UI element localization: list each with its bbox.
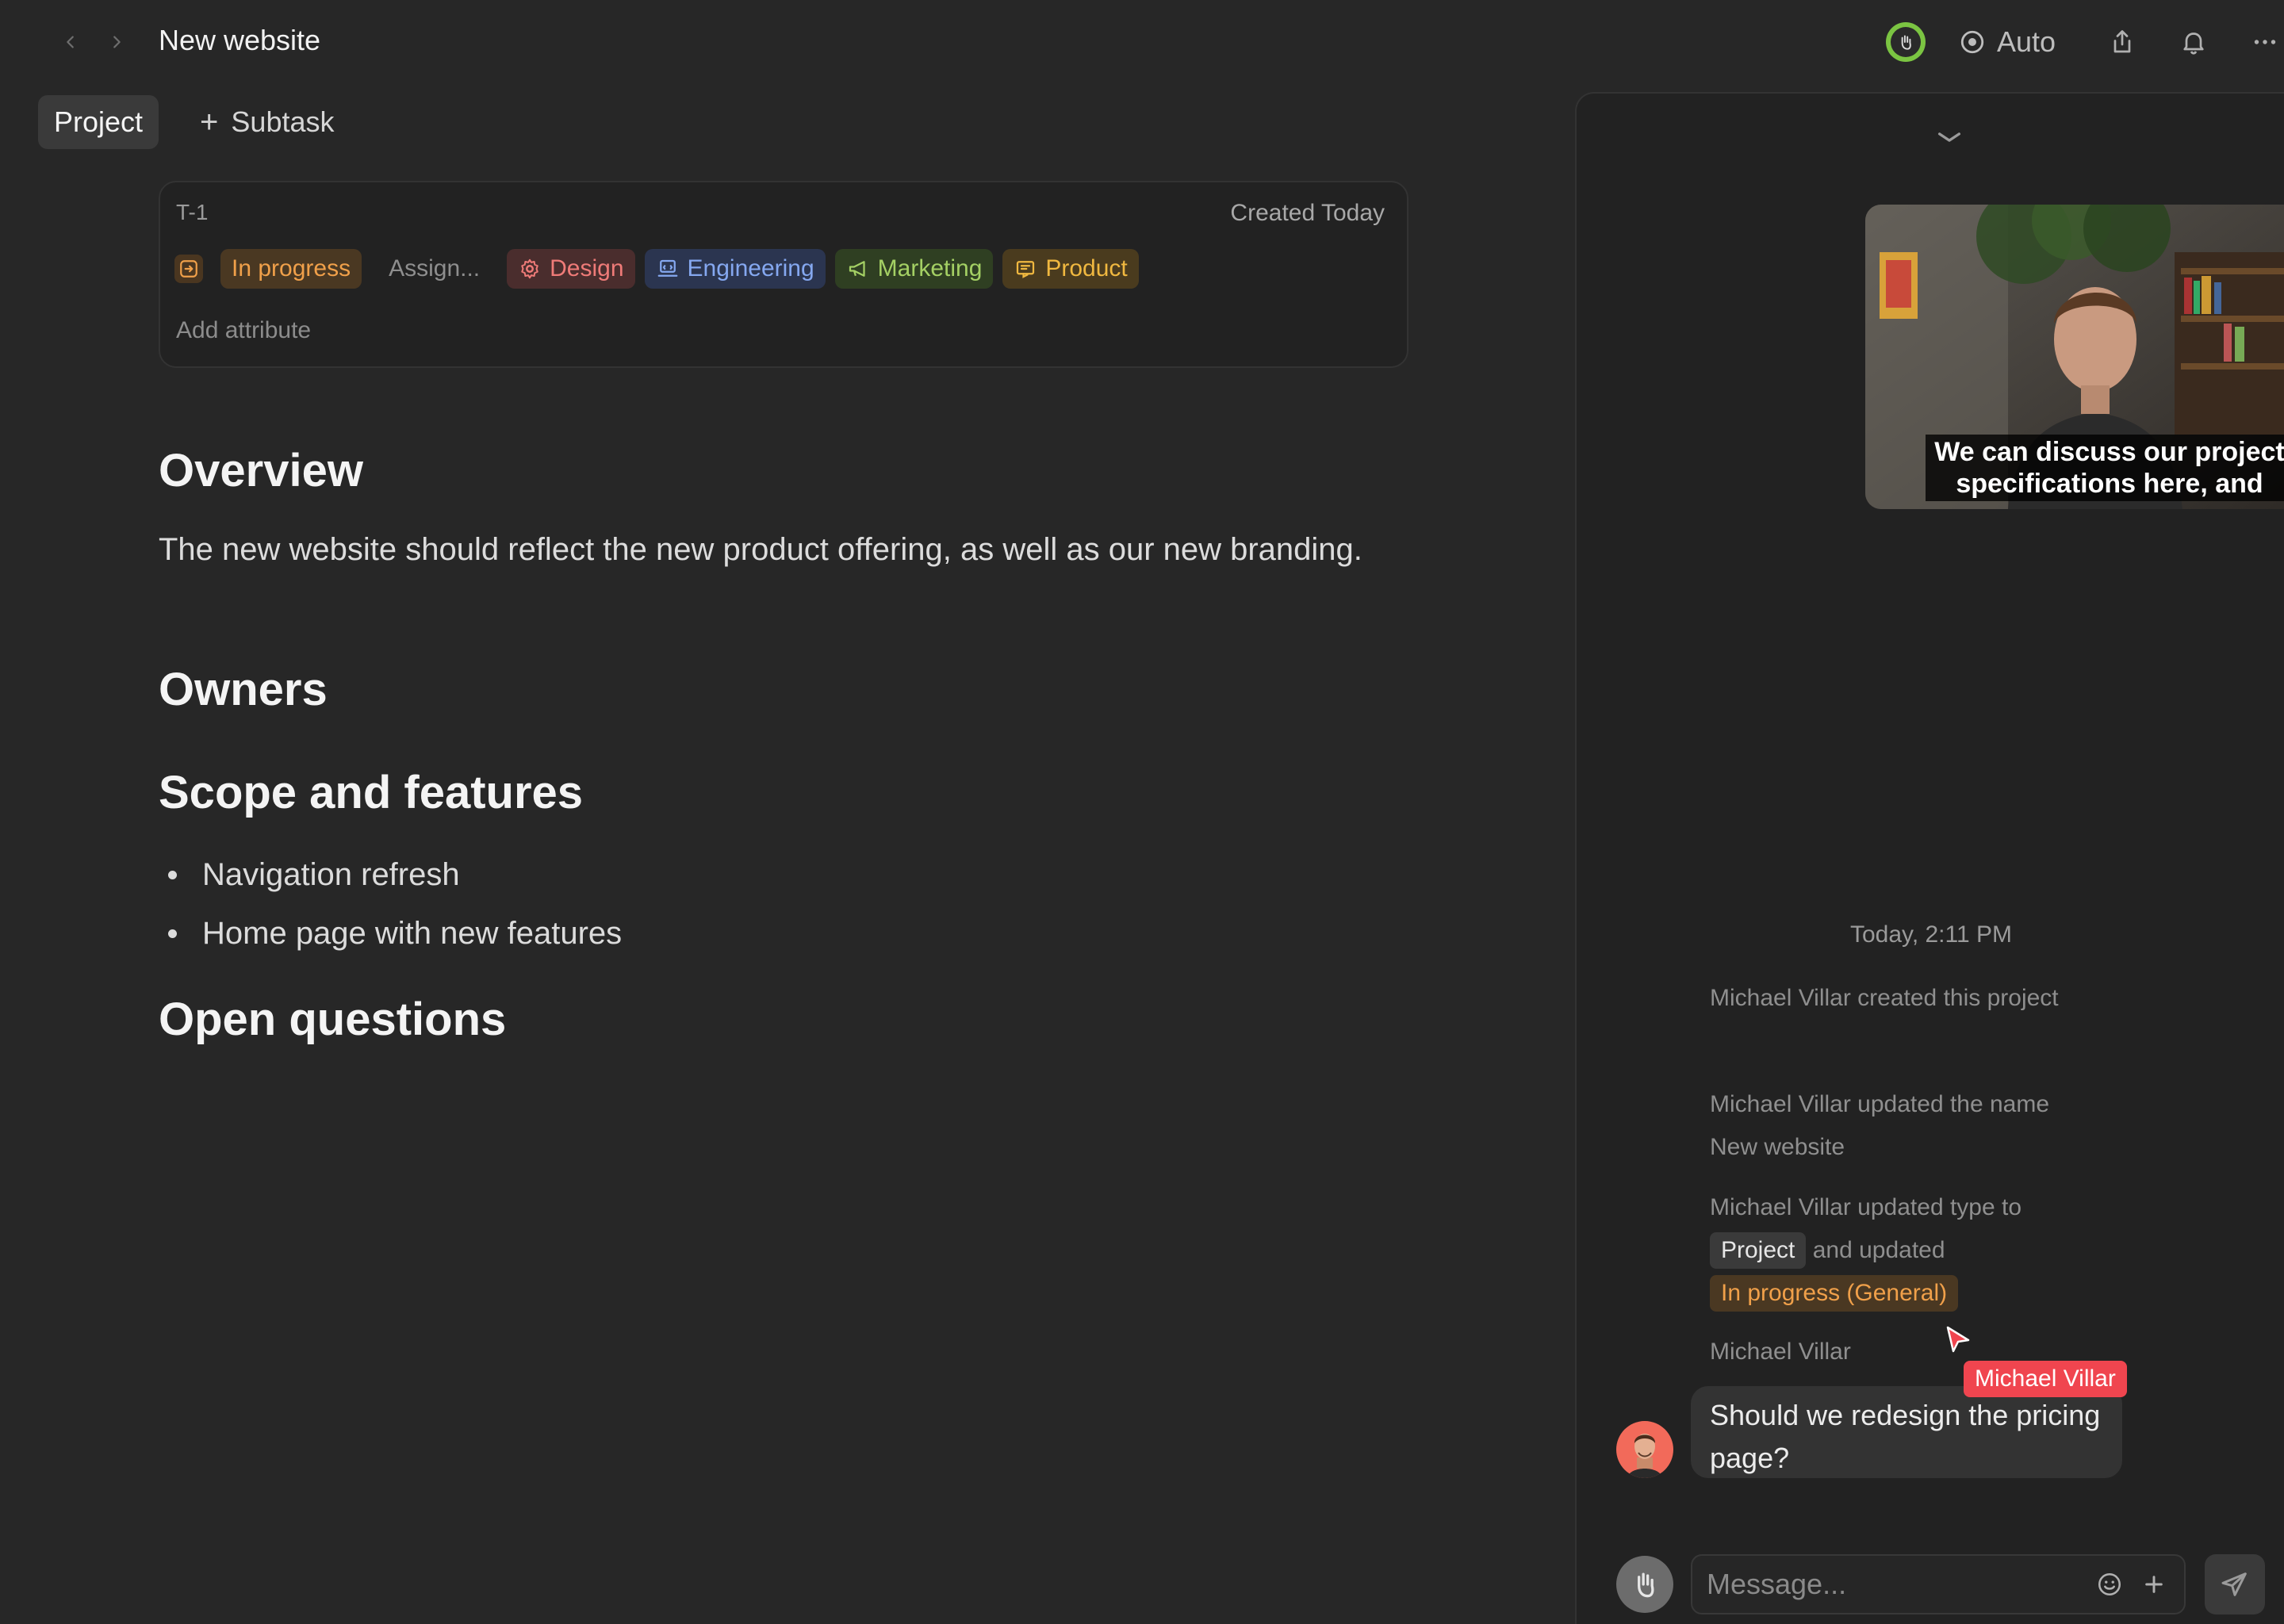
- presence-avatar[interactable]: [1885, 22, 1926, 62]
- message-input[interactable]: [1707, 1568, 2081, 1601]
- avatar[interactable]: [1616, 1421, 1673, 1478]
- scope-list: Navigation refresh Home page with new fe…: [159, 845, 622, 963]
- status-chip[interactable]: In progress (General): [1710, 1275, 1959, 1312]
- list-item: Navigation refresh: [159, 845, 622, 904]
- activity-created: Michael Villar created this project: [1710, 985, 2059, 1011]
- created-date: Created Today: [1230, 200, 1385, 226]
- message-composer: [1691, 1554, 2186, 1614]
- view-tabs: Project + Subtask: [38, 95, 350, 149]
- status-label: In progress: [232, 255, 351, 282]
- chat-timestamp: Today, 2:11 PM: [1850, 921, 2012, 948]
- forward-button[interactable]: [98, 24, 135, 60]
- back-button[interactable]: [52, 24, 89, 60]
- bell-icon: [2183, 33, 2204, 55]
- task-id: T-1: [176, 200, 209, 224]
- assignee-pill[interactable]: Assign...: [371, 249, 497, 289]
- emoji-button[interactable]: [2094, 1568, 2125, 1600]
- attribute-card: T-1 Created Today In progress Assign... …: [159, 181, 1408, 368]
- send-icon: [2221, 1572, 2247, 1596]
- composer-avatar: [1616, 1556, 1673, 1613]
- more-button[interactable]: [2246, 23, 2284, 61]
- megaphone-icon: [849, 261, 865, 277]
- activity-type-text: Michael Villar updated type to: [1710, 1194, 2022, 1220]
- tab-project-label: Project: [54, 105, 144, 138]
- auto-label: Auto: [1996, 25, 2056, 58]
- chevron-right-icon: [113, 36, 121, 48]
- emoji-icon: [2098, 1572, 2121, 1596]
- scope-heading: Scope and features: [159, 767, 584, 818]
- user-face-icon: [1627, 1434, 1662, 1478]
- activity-renamed-value: New website: [1710, 1134, 1845, 1160]
- top-bar: New website Auto: [0, 0, 2284, 86]
- attribute-row: In progress Assign... Design Engineering…: [174, 249, 1139, 289]
- tag-design-label: Design: [550, 255, 624, 282]
- hand-wave-icon: [1638, 1572, 1654, 1598]
- tag-marketing[interactable]: Marketing: [834, 249, 994, 289]
- plus-icon: [2145, 1576, 2163, 1593]
- message-bubble[interactable]: Should we redesign the pricing page?: [1691, 1386, 2122, 1478]
- send-button[interactable]: [2205, 1554, 2265, 1614]
- assignee-label: Assign...: [389, 255, 481, 282]
- status-arrow-icon: [174, 255, 203, 283]
- share-button[interactable]: [2103, 23, 2141, 61]
- tab-project[interactable]: Project: [38, 95, 159, 149]
- attach-button[interactable]: [2138, 1568, 2170, 1600]
- collapse-video-button[interactable]: [1933, 125, 1965, 149]
- window-title: New website: [159, 24, 321, 56]
- activity-renamed: Michael Villar updated the name New webs…: [1710, 1083, 2154, 1169]
- cursor-arrow-icon: [1946, 1326, 1970, 1353]
- tag-engineering[interactable]: Engineering: [644, 249, 826, 289]
- notifications-button[interactable]: [2175, 23, 2213, 61]
- video-caption: We can discuss our project specification…: [1926, 435, 2284, 501]
- tag-marketing-label: Marketing: [877, 255, 983, 282]
- chevron-down-icon: [1937, 132, 1961, 142]
- owners-heading: Owners: [159, 664, 328, 715]
- video-call-preview[interactable]: We can discuss our project specification…: [1865, 205, 2284, 509]
- add-attribute-button[interactable]: Add attribute: [176, 317, 311, 344]
- bullet-icon: [168, 929, 177, 938]
- list-item-text: Navigation refresh: [202, 856, 460, 892]
- activity-panel: We can discuss our project specification…: [1575, 92, 2284, 1624]
- tag-engineering-label: Engineering: [687, 255, 814, 282]
- collaborator-cursor-label: Michael Villar: [1964, 1361, 2127, 1397]
- gear-icon: [521, 259, 538, 279]
- type-chip[interactable]: Project: [1710, 1232, 1807, 1269]
- more-icon: [2254, 40, 2276, 44]
- hand-wave-icon: [1901, 35, 1911, 50]
- activity-renamed-text: Michael Villar updated the name: [1710, 1091, 2050, 1117]
- status-pill[interactable]: In progress: [220, 249, 362, 289]
- activity-type-update: Michael Villar updated type to Project a…: [1710, 1186, 2154, 1315]
- bullet-icon: [168, 870, 177, 879]
- share-icon: [2113, 30, 2131, 53]
- overview-heading: Overview: [159, 445, 363, 496]
- overview-paragraph: The new website should reflect the new p…: [159, 532, 1362, 567]
- list-item-text: Home page with new features: [202, 915, 623, 951]
- tab-subtask-label: Subtask: [231, 105, 335, 138]
- target-icon: [1960, 30, 1984, 54]
- laptop-icon: [657, 259, 677, 277]
- tag-product-label: Product: [1045, 255, 1128, 282]
- plus-icon: +: [200, 104, 219, 140]
- chevron-left-icon: [67, 36, 74, 48]
- tab-add-subtask[interactable]: + Subtask: [184, 95, 350, 149]
- activity-and-updated: and updated: [1812, 1237, 1945, 1263]
- tag-design[interactable]: Design: [507, 249, 635, 289]
- open-questions-heading: Open questions: [159, 994, 507, 1045]
- tag-product[interactable]: Product: [1002, 249, 1139, 289]
- product-card-icon: [1017, 261, 1035, 278]
- list-item: Home page with new features: [159, 904, 622, 963]
- auto-mode-button[interactable]: Auto: [1959, 25, 2056, 59]
- message-sender: Michael Villar: [1710, 1339, 1851, 1365]
